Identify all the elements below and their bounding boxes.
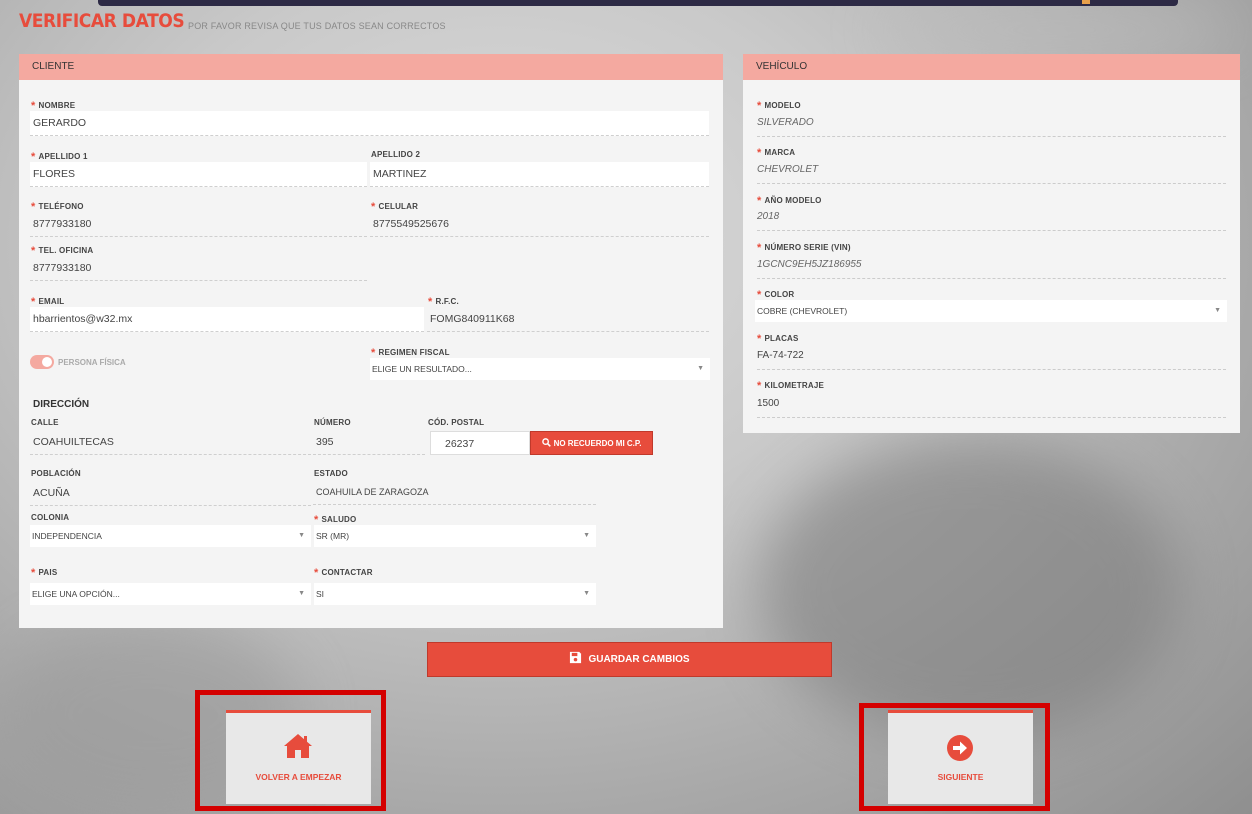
vehicle-panel-heading: VEHÍCULO — [743, 54, 1240, 80]
rfc-label: * R.F.C. — [428, 296, 459, 308]
apellido1-field[interactable]: FLORES — [30, 162, 367, 187]
contactar-label: * CONTACTAR — [314, 567, 373, 579]
regimen-fiscal-value: ELIGE UN RESULTADO... — [372, 364, 472, 374]
saludo-label: * SALUDO — [314, 514, 357, 526]
apellido2-field[interactable]: MARTINEZ — [370, 162, 709, 187]
kilometraje-label: * KILOMETRAJE — [757, 380, 825, 392]
restart-button[interactable]: VOLVER A EMPEZAR — [226, 710, 371, 804]
chevron-down-icon: ▼ — [298, 532, 305, 539]
cp-label: CÓD. POSTAL — [428, 418, 485, 427]
chevron-down-icon: ▼ — [298, 590, 305, 597]
calle-field[interactable]: COAHUILTECAS — [30, 430, 311, 455]
nombre-label: * NOMBRE — [31, 100, 76, 112]
cp-field[interactable]: 26237 — [430, 431, 530, 455]
marca-field[interactable]: CHEVROLET — [757, 160, 1226, 184]
colonia-label: COLONIA — [31, 513, 70, 522]
tel-oficina-field[interactable]: 8777933180 — [30, 256, 367, 281]
contactar-select[interactable]: SI ▼ — [314, 583, 596, 605]
tel-oficina-label: * TEL. OFICINA — [31, 245, 94, 257]
rfc-field[interactable]: FOMG840911K68 — [427, 307, 709, 332]
persona-fisica-toggle[interactable] — [30, 355, 54, 369]
next-label: SIGUIENTE — [937, 772, 984, 782]
marca-label: * MARCA — [757, 147, 796, 159]
regimen-fiscal-select[interactable]: ELIGE UN RESULTADO... ▼ — [370, 358, 710, 380]
cp-lookup-button[interactable]: NO RECUERDO MI C.P. — [530, 431, 653, 455]
search-icon — [541, 438, 551, 447]
client-panel-heading: CLIENTE — [19, 54, 723, 80]
chevron-down-icon: ▼ — [697, 365, 704, 372]
save-button-label: GUARDAR CAMBIOS — [588, 654, 690, 665]
celular-field[interactable]: 8775549525676 — [370, 212, 709, 237]
calle-label: CALLE — [31, 418, 59, 427]
anio-field[interactable]: 2018 — [757, 207, 1226, 231]
colonia-value: INDEPENDENCIA — [32, 531, 102, 541]
home-icon — [284, 734, 312, 758]
celular-label: * CELULAR — [371, 201, 419, 213]
email-label: * EMAIL — [31, 296, 65, 308]
next-button[interactable]: SIGUIENTE — [888, 710, 1033, 804]
placas-field[interactable]: FA-74-722 — [757, 346, 1226, 370]
anio-label: * AÑO MODELO — [757, 195, 822, 207]
telefono-field[interactable]: 8777933180 — [30, 212, 367, 237]
direccion-heading: DIRECCIÓN — [33, 399, 90, 410]
pais-label: * PAIS — [31, 567, 58, 579]
save-button[interactable]: GUARDAR CAMBIOS — [427, 642, 832, 677]
persona-fisica-label: PERSONA FÍSICA — [58, 358, 126, 367]
contactar-value: SI — [316, 589, 325, 599]
chevron-down-icon: ▼ — [583, 532, 590, 539]
nombre-field[interactable]: GERARDO — [30, 111, 709, 136]
restart-label: VOLVER A EMPEZAR — [255, 772, 342, 782]
pais-select[interactable]: ELIGE UNA OPCIÓN... ▼ — [30, 583, 311, 605]
regimen-fiscal-label: * REGIMEN FISCAL — [371, 347, 450, 359]
color-label: * COLOR — [757, 289, 795, 301]
modelo-field[interactable]: SILVERADO — [757, 113, 1226, 137]
arrow-right-circle-icon — [947, 735, 973, 761]
email-field[interactable]: hbarrientos@w32.mx — [30, 307, 424, 332]
vin-label: * NÚMERO SERIE (VIN) — [757, 242, 851, 254]
status-dot — [1082, 0, 1090, 4]
kilometraje-field[interactable]: 1500 — [757, 394, 1226, 418]
pais-value: ELIGE UNA OPCIÓN... — [32, 589, 120, 599]
poblacion-field[interactable]: ACUÑA — [30, 481, 311, 506]
cp-lookup-label: NO RECUERDO MI C.P. — [553, 439, 642, 448]
save-icon — [570, 651, 582, 664]
browser-top-bar — [98, 0, 1178, 6]
vin-field[interactable]: 1GCNC9EH5JZ186955 — [757, 255, 1226, 279]
numero-field[interactable]: 395 — [313, 430, 425, 455]
colonia-select[interactable]: INDEPENDENCIA ▼ — [30, 525, 311, 547]
numero-label: NÚMERO — [314, 418, 351, 427]
color-value: COBRE (CHEVROLET) — [757, 306, 848, 316]
estado-label: ESTADO — [314, 469, 348, 478]
page-title: VERIFICAR DATOS — [19, 10, 185, 32]
telefono-label: * TELÉFONO — [31, 201, 84, 213]
apellido2-label: APELLIDO 2 — [371, 150, 421, 159]
chevron-down-icon: ▼ — [583, 590, 590, 597]
page-subtitle: POR FAVOR REVISA QUE TUS DATOS SEAN CORR… — [188, 21, 446, 31]
color-select[interactable]: COBRE (CHEVROLET) ▼ — [755, 300, 1227, 322]
poblacion-label: POBLACIÓN — [31, 469, 81, 478]
modelo-label: * MODELO — [757, 100, 801, 112]
apellido1-label: * APELLIDO 1 — [31, 151, 88, 163]
saludo-select[interactable]: SR (MR) ▼ — [314, 525, 596, 547]
chevron-down-icon: ▼ — [1214, 307, 1221, 314]
placas-label: * PLACAS — [757, 333, 799, 345]
estado-field[interactable]: COAHUILA DE ZARAGOZA — [313, 480, 596, 505]
saludo-value: SR (MR) — [316, 531, 350, 541]
